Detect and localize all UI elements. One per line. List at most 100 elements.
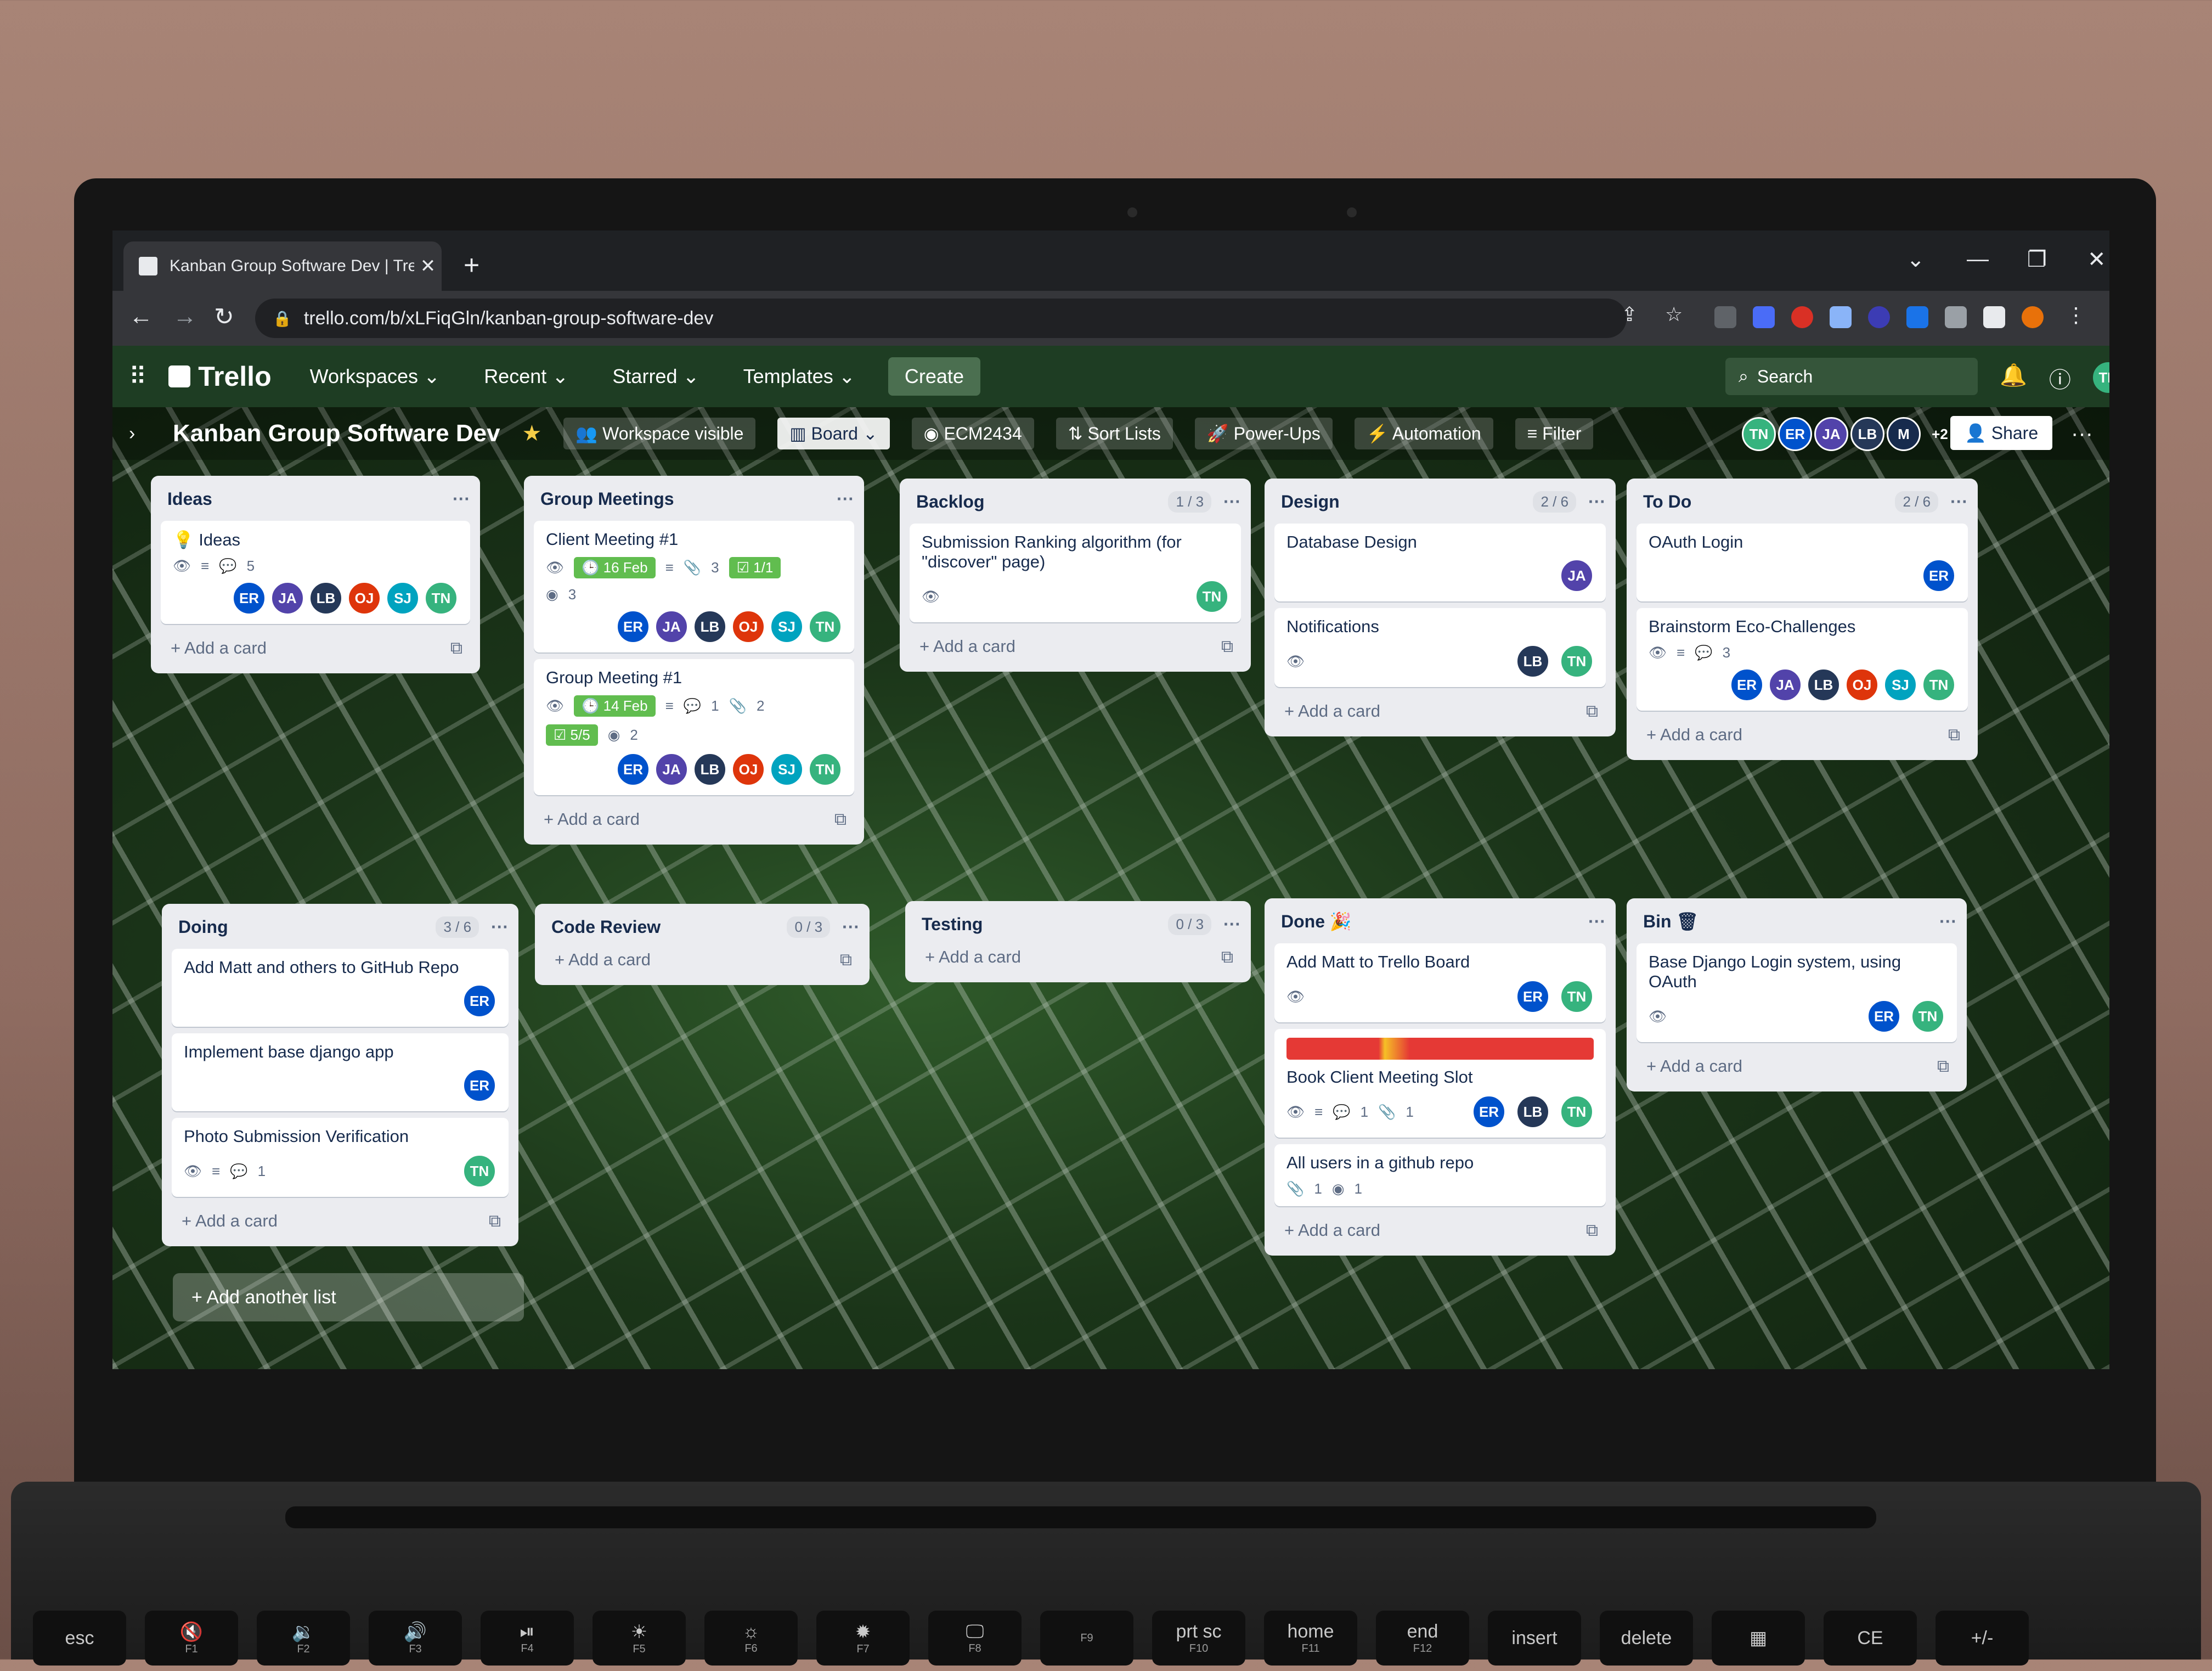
extension-sheet-icon[interactable] [1906, 306, 1928, 328]
list-menu-icon[interactable]: ··· [1950, 492, 1968, 512]
card-template-icon[interactable]: ⧉ [450, 638, 462, 659]
list-menu-icon[interactable]: ··· [1939, 912, 1957, 932]
list-card[interactable]: Photo Submission Verification 👁 ≡ 💬 1 TN [172, 1118, 509, 1197]
tab-close-icon[interactable]: ✕ [414, 255, 442, 277]
add-card-button[interactable]: + Add a card ⧉ [172, 1203, 509, 1239]
sort-lists-button[interactable]: ⇅ Sort Lists [1056, 418, 1173, 449]
search-input[interactable]: ⌕ Search [1725, 358, 1978, 395]
add-card-button[interactable]: + Add a card ⧉ [161, 631, 470, 666]
forward-icon[interactable]: → [173, 303, 197, 330]
avatar[interactable]: JA [1814, 417, 1848, 451]
list-menu-icon[interactable]: ··· [453, 489, 470, 509]
list-card[interactable]: Book Client Meeting Slot 👁 ≡ 💬 1 📎 1 ER LB TN [1274, 1029, 1606, 1138]
list-title[interactable]: Design [1281, 492, 1533, 512]
list-header[interactable]: Testing 0 / 3 ··· [915, 909, 1241, 939]
card-template-icon[interactable]: ⧉ [1586, 701, 1598, 722]
board-title[interactable]: Kanban Group Software Dev [173, 420, 500, 447]
list-title[interactable]: Done 🎉 [1281, 911, 1588, 932]
list-menu-icon[interactable]: ··· [837, 489, 854, 509]
list-header[interactable]: Group Meetings ··· [534, 483, 854, 514]
card-template-icon[interactable]: ⧉ [840, 950, 852, 970]
back-icon[interactable]: ← [129, 303, 153, 330]
add-card-button[interactable]: + Add a card ⧉ [915, 939, 1241, 975]
profile-avatar[interactable] [2022, 306, 2044, 328]
list-header[interactable]: Doing 3 / 6 ··· [172, 912, 509, 942]
close-window-button[interactable]: ✕ [2087, 247, 2106, 272]
url-field[interactable]: 🔒 trello.com/b/xLFiqGln/kanban-group-sof… [255, 299, 1627, 338]
new-tab-button[interactable]: + [464, 249, 479, 281]
list-card[interactable]: Add Matt and others to GitHub Repo ER [172, 949, 509, 1027]
restore-button[interactable]: ❐ [2027, 247, 2047, 272]
list-card[interactable]: Base Django Login system, using OAuth 👁 E… [1637, 943, 1957, 1042]
list-title[interactable]: Code Review [551, 917, 787, 937]
browser-menu-icon[interactable]: ⋮ [2066, 303, 2086, 328]
list-header[interactable]: Ideas ··· [161, 483, 470, 514]
list-title[interactable]: To Do [1643, 492, 1895, 512]
help-icon[interactable]: ⓘ [2049, 362, 2071, 394]
user-avatar[interactable]: TN [2092, 362, 2109, 393]
list-menu-icon[interactable]: ··· [1588, 492, 1606, 512]
list-header[interactable]: Backlog 1 / 3 ··· [910, 486, 1241, 517]
share-button[interactable]: 👤 Share [1950, 416, 2053, 450]
avatar[interactable]: M [1887, 417, 1921, 451]
list-header[interactable]: To Do 2 / 6 ··· [1637, 486, 1968, 517]
add-card-button[interactable]: + Add a card ⧉ [1274, 1213, 1606, 1248]
reload-icon[interactable]: ↻ [214, 303, 234, 331]
extension-doc-icon[interactable] [1830, 306, 1852, 328]
card-template-icon[interactable]: ⧉ [489, 1211, 501, 1231]
visibility-button[interactable]: 👥 Workspace visible [563, 418, 756, 449]
list-card[interactable]: Implement base django app ER [172, 1033, 509, 1111]
share-page-icon[interactable]: ⇪ [1621, 303, 1638, 326]
extension-blue-icon[interactable] [1868, 306, 1890, 328]
list-card[interactable]: Brainstorm Eco-Challenges 👁 ≡ 💬 3 ER JA LB OJ S… [1637, 608, 1968, 711]
tab-search-icon[interactable]: ⌄ [1906, 247, 1925, 272]
avatar[interactable]: LB [1850, 417, 1884, 451]
extension-m-icon[interactable] [1753, 306, 1775, 328]
add-card-button[interactable]: + Add a card ⧉ [1274, 694, 1606, 729]
list-menu-icon[interactable]: ··· [842, 917, 860, 937]
card-template-icon[interactable]: ⧉ [1586, 1220, 1598, 1241]
board-view-button[interactable]: ▥ Board ⌄ [777, 418, 890, 449]
board-menu-icon[interactable]: ··· [2071, 421, 2093, 446]
add-card-button[interactable]: + Add a card ⧉ [1637, 717, 1968, 752]
card-template-icon[interactable]: ⧉ [1937, 1056, 1949, 1077]
sidebar-toggle-icon[interactable]: › [129, 423, 135, 445]
add-card-button[interactable]: + Add a card ⧉ [910, 629, 1241, 664]
menu-recent[interactable]: Recent ⌄ [484, 365, 568, 388]
extension-list-icon[interactable] [1714, 306, 1736, 328]
list-title[interactable]: Testing [922, 914, 1168, 935]
minimize-button[interactable]: — [1967, 247, 1989, 272]
add-card-button[interactable]: + Add a card ⧉ [534, 802, 854, 837]
trello-logo[interactable]: Trello [168, 361, 272, 392]
list-card[interactable]: 💡 Ideas 👁 ≡ 💬 5 ER JA LB OJ SJ TN [161, 521, 470, 624]
list-card[interactable]: Notifications 👁 LB TN [1274, 608, 1606, 687]
menu-starred[interactable]: Starred ⌄ [612, 365, 699, 388]
menu-workspaces[interactable]: Workspaces ⌄ [310, 365, 441, 388]
list-card[interactable]: All users in a github repo 📎 1 ◉ 1 [1274, 1144, 1606, 1206]
avatar[interactable]: ER [1778, 417, 1812, 451]
browser-tab[interactable]: Kanban Group Software Dev | Tre ✕ [123, 241, 442, 291]
list-header[interactable]: Code Review 0 / 3 ··· [545, 912, 860, 942]
card-template-icon[interactable]: ⧉ [1948, 725, 1960, 745]
list-header[interactable]: Design 2 / 6 ··· [1274, 486, 1606, 517]
create-button[interactable]: Create [888, 357, 980, 396]
list-card[interactable]: Group Meeting #1 👁 🕒 14 Feb ≡ 💬 1 📎 2 ☑ 5/5 ◉ 2 … [534, 659, 854, 795]
list-card[interactable]: Add Matt to Trello Board 👁 ER TN [1274, 943, 1606, 1022]
automation-button[interactable]: ⚡ Automation [1354, 418, 1493, 449]
add-card-button[interactable]: + Add a card ⧉ [1637, 1049, 1957, 1084]
list-card[interactable]: Submission Ranking algorithm (for "disco… [910, 524, 1241, 622]
bookmark-star-icon[interactable]: ☆ [1665, 303, 1683, 326]
add-another-list-button[interactable]: + Add another list [173, 1273, 524, 1321]
list-menu-icon[interactable]: ··· [491, 917, 509, 937]
list-card[interactable]: Client Meeting #1 👁 🕒 16 Feb ≡ 📎 3 ☑ 1/1 ◉ 3 E… [534, 521, 854, 652]
card-template-icon[interactable]: ⧉ [1221, 637, 1233, 657]
star-icon[interactable]: ★ [522, 421, 542, 446]
menu-templates[interactable]: Templates ⌄ [743, 365, 855, 388]
extension-red-icon[interactable] [1791, 306, 1813, 328]
github-powerup-button[interactable]: ◉ ECM2434 [911, 418, 1034, 449]
list-menu-icon[interactable]: ··· [1588, 912, 1606, 932]
card-template-icon[interactable]: ⧉ [1221, 947, 1233, 967]
powerups-button[interactable]: 🚀 Power-Ups [1194, 418, 1333, 449]
app-switcher-icon[interactable]: ⠿ [129, 363, 146, 391]
add-card-button[interactable]: + Add a card ⧉ [545, 942, 860, 977]
